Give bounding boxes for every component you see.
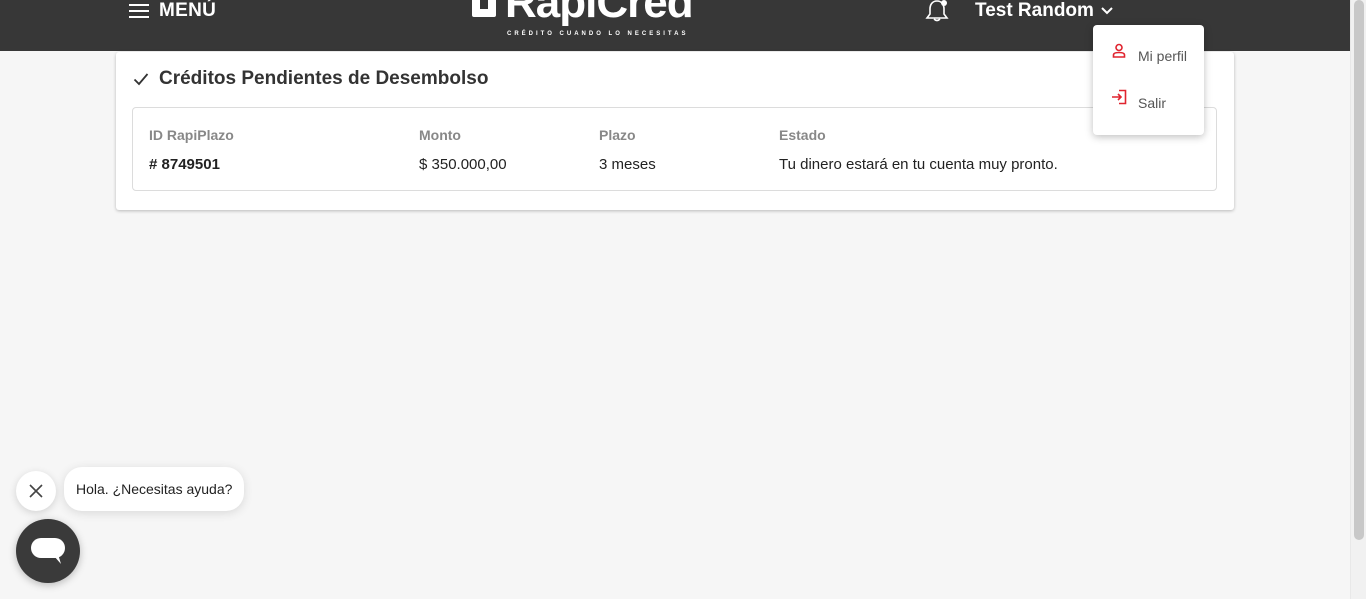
logo-mark-icon [472,0,496,17]
pending-credits-card: Créditos Pendientes de Desembolso ID Rap… [116,52,1234,210]
notifications-bell-icon[interactable] [924,0,950,22]
credits-table: ID RapiPlazo Monto Plazo Estado # 874950… [132,107,1217,191]
rapicredit-logo[interactable]: RapiCredit CRÉDITO CUANDO LO NECESITAS [471,0,693,40]
credit-term: 3 meses [599,156,656,173]
chat-greeting-text: Hola. ¿Necesitas ayuda? [76,481,233,497]
user-menu-button[interactable]: Test Random [975,0,1114,22]
chat-greeting-bubble[interactable]: Hola. ¿Necesitas ayuda? [64,467,245,511]
dropdown-item-salir[interactable]: Salir [1093,83,1204,123]
menu-label: MENÚ [159,0,217,21]
column-header-plazo: Plazo [599,127,636,143]
dropdown-label-mi-perfil: Mi perfil [1138,48,1188,64]
page-scrollbar[interactable] [1350,0,1366,599]
card-title: Créditos Pendientes de Desembolso [159,68,489,89]
user-name: Test Random [975,0,1094,21]
column-header-id: ID RapiPlazo [149,127,234,143]
chevron-down-icon [1101,7,1113,15]
card-header: Créditos Pendientes de Desembolso [133,68,488,90]
user-icon [1112,43,1126,58]
dropdown-item-mi-perfil[interactable]: Mi perfil [1093,37,1204,77]
logo-tagline: CRÉDITO CUANDO LO NECESITAS [507,31,689,37]
credit-status: Tu dinero estará en tu cuenta muy pronto… [779,156,1058,173]
check-icon [133,73,149,86]
chat-icon [31,538,65,564]
scrollbar-thumb[interactable] [1354,0,1364,540]
menu-button[interactable]: MENÚ [129,0,216,22]
close-icon [29,484,43,498]
column-header-estado: Estado [779,127,826,143]
chat-launcher-button[interactable] [16,519,80,583]
logout-icon [1112,89,1127,105]
user-dropdown-menu: Mi perfil Salir [1093,25,1204,135]
column-header-monto: Monto [419,127,461,143]
hamburger-icon [129,4,149,18]
dropdown-label-salir: Salir [1138,95,1167,111]
credit-amount: $ 350.000,00 [419,156,507,173]
chat-close-button[interactable] [16,471,56,511]
logo-text: RapiCredit [505,0,693,27]
credit-id: # 8749501 [149,156,220,173]
